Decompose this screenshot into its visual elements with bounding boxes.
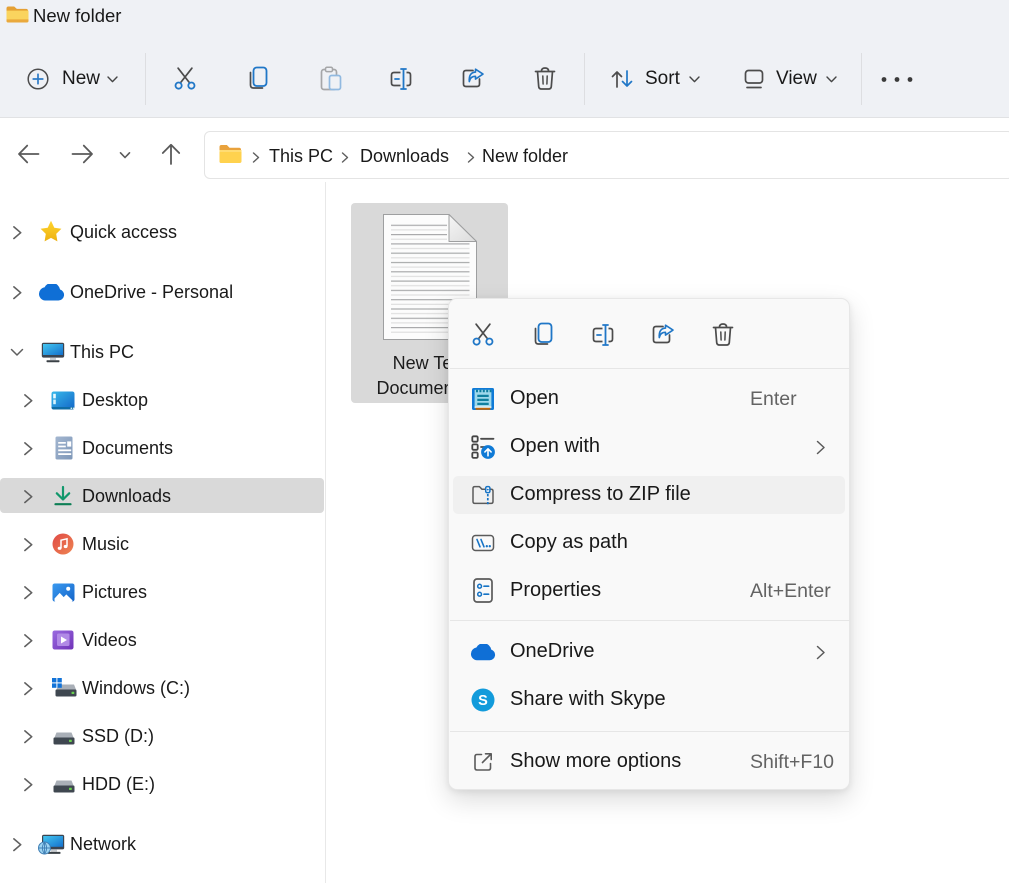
svg-text:S: S <box>478 693 488 709</box>
